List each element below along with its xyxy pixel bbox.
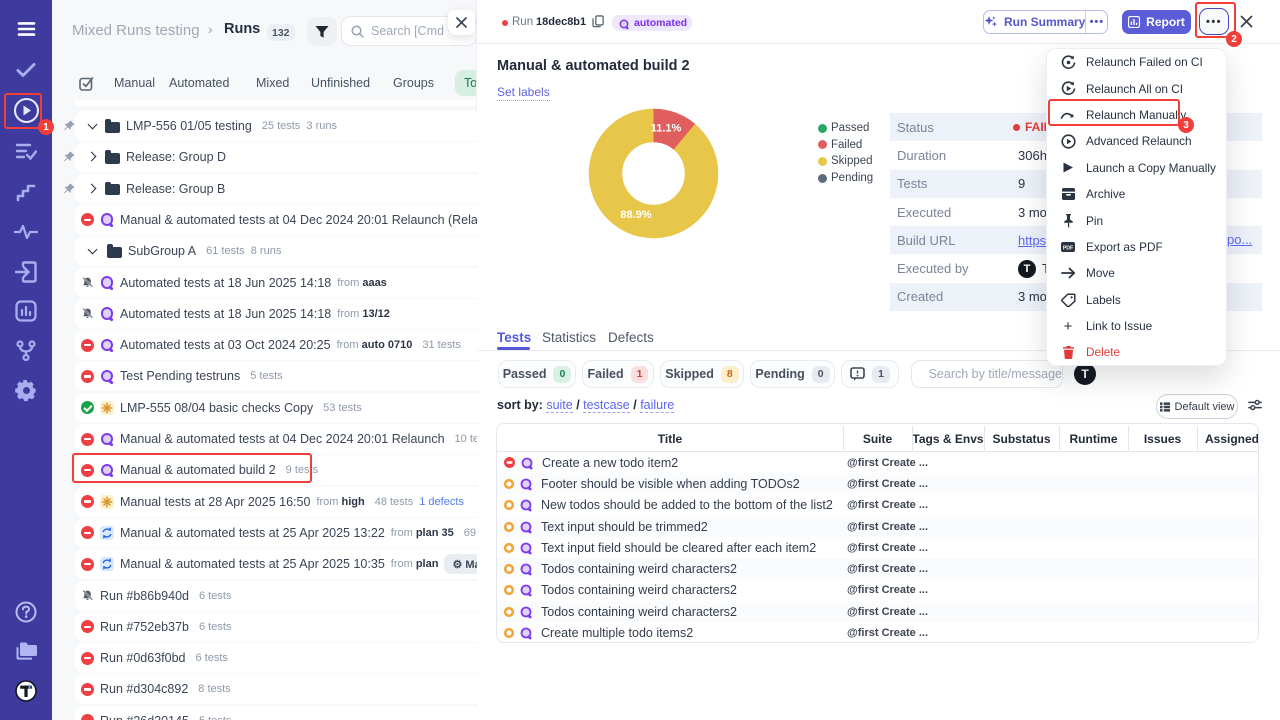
- svg-text:11.1%: 11.1%: [651, 123, 682, 135]
- svg-text:88.9%: 88.9%: [620, 209, 651, 221]
- svg-text:PDF: PDF: [1063, 246, 1073, 252]
